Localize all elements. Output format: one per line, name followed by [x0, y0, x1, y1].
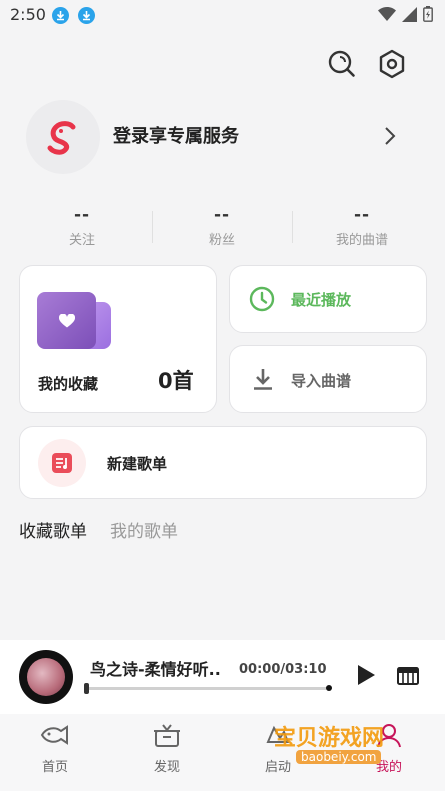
avatar[interactable] — [26, 100, 100, 174]
heart-icon — [58, 313, 75, 327]
song-title[interactable]: 鸟之诗-柔情好听.. — [90, 656, 236, 680]
download-notification-icon — [52, 7, 69, 24]
nav-discover[interactable]: 发现 — [137, 722, 197, 775]
fish-icon — [40, 725, 68, 745]
system-status-icons — [378, 6, 433, 22]
signal-icon — [402, 6, 417, 22]
clock-icon — [249, 286, 275, 316]
tab-favorite-playlists[interactable]: 收藏歌单 — [19, 517, 87, 542]
nav-home[interactable]: 首页 — [25, 722, 85, 775]
recent-played-label: 最近播放 — [291, 291, 352, 309]
download-icon — [252, 367, 274, 395]
download-notification-icon — [78, 7, 95, 24]
favorites-cover — [37, 292, 96, 349]
nav-label: 首页 — [41, 760, 68, 775]
stat-my-scores[interactable]: -- 我的曲谱 — [302, 205, 422, 248]
divider — [152, 211, 153, 243]
chevron-right-icon[interactable] — [384, 126, 396, 150]
nav-label: 发现 — [153, 760, 180, 775]
stat-label: 粉丝 — [208, 233, 235, 248]
watermark: 宝贝游戏网 — [274, 726, 385, 751]
new-playlist-label: 新建歌单 — [107, 455, 168, 473]
stat-following[interactable]: -- 关注 — [22, 205, 142, 248]
stat-fans[interactable]: -- 粉丝 — [162, 205, 282, 248]
stat-label: 关注 — [68, 233, 95, 248]
stat-value: -- — [73, 205, 91, 225]
favorites-count: 0首 — [158, 369, 194, 393]
piano-keyboard-icon[interactable] — [397, 667, 419, 689]
song-time: 00:00/03:10 — [239, 662, 327, 677]
watermark-url: baobeiy.com — [296, 750, 382, 764]
import-scores-label: 导入曲谱 — [291, 372, 352, 390]
stat-label: 我的曲谱 — [335, 233, 388, 248]
play-icon[interactable] — [356, 664, 376, 690]
progress-bar[interactable] — [86, 687, 330, 690]
divider — [292, 211, 293, 243]
tab-my-playlists[interactable]: 我的歌单 — [110, 517, 178, 542]
status-time: 2:50 — [10, 5, 46, 24]
playlist-icon — [38, 439, 86, 487]
wifi-icon — [378, 6, 396, 21]
progress-end-marker — [326, 685, 332, 691]
favorites-label: 我的收藏 — [38, 375, 99, 393]
stat-value: -- — [213, 205, 231, 225]
album-art[interactable] — [19, 650, 73, 704]
app-logo-icon — [47, 121, 76, 155]
search-icon[interactable] — [326, 48, 358, 80]
battery-icon — [423, 6, 433, 22]
gift-box-icon — [154, 724, 180, 747]
login-prompt[interactable]: 登录享专属服务 — [113, 122, 239, 148]
progress-handle[interactable] — [84, 683, 89, 694]
stat-value: -- — [353, 205, 371, 225]
settings-icon[interactable] — [376, 48, 408, 80]
